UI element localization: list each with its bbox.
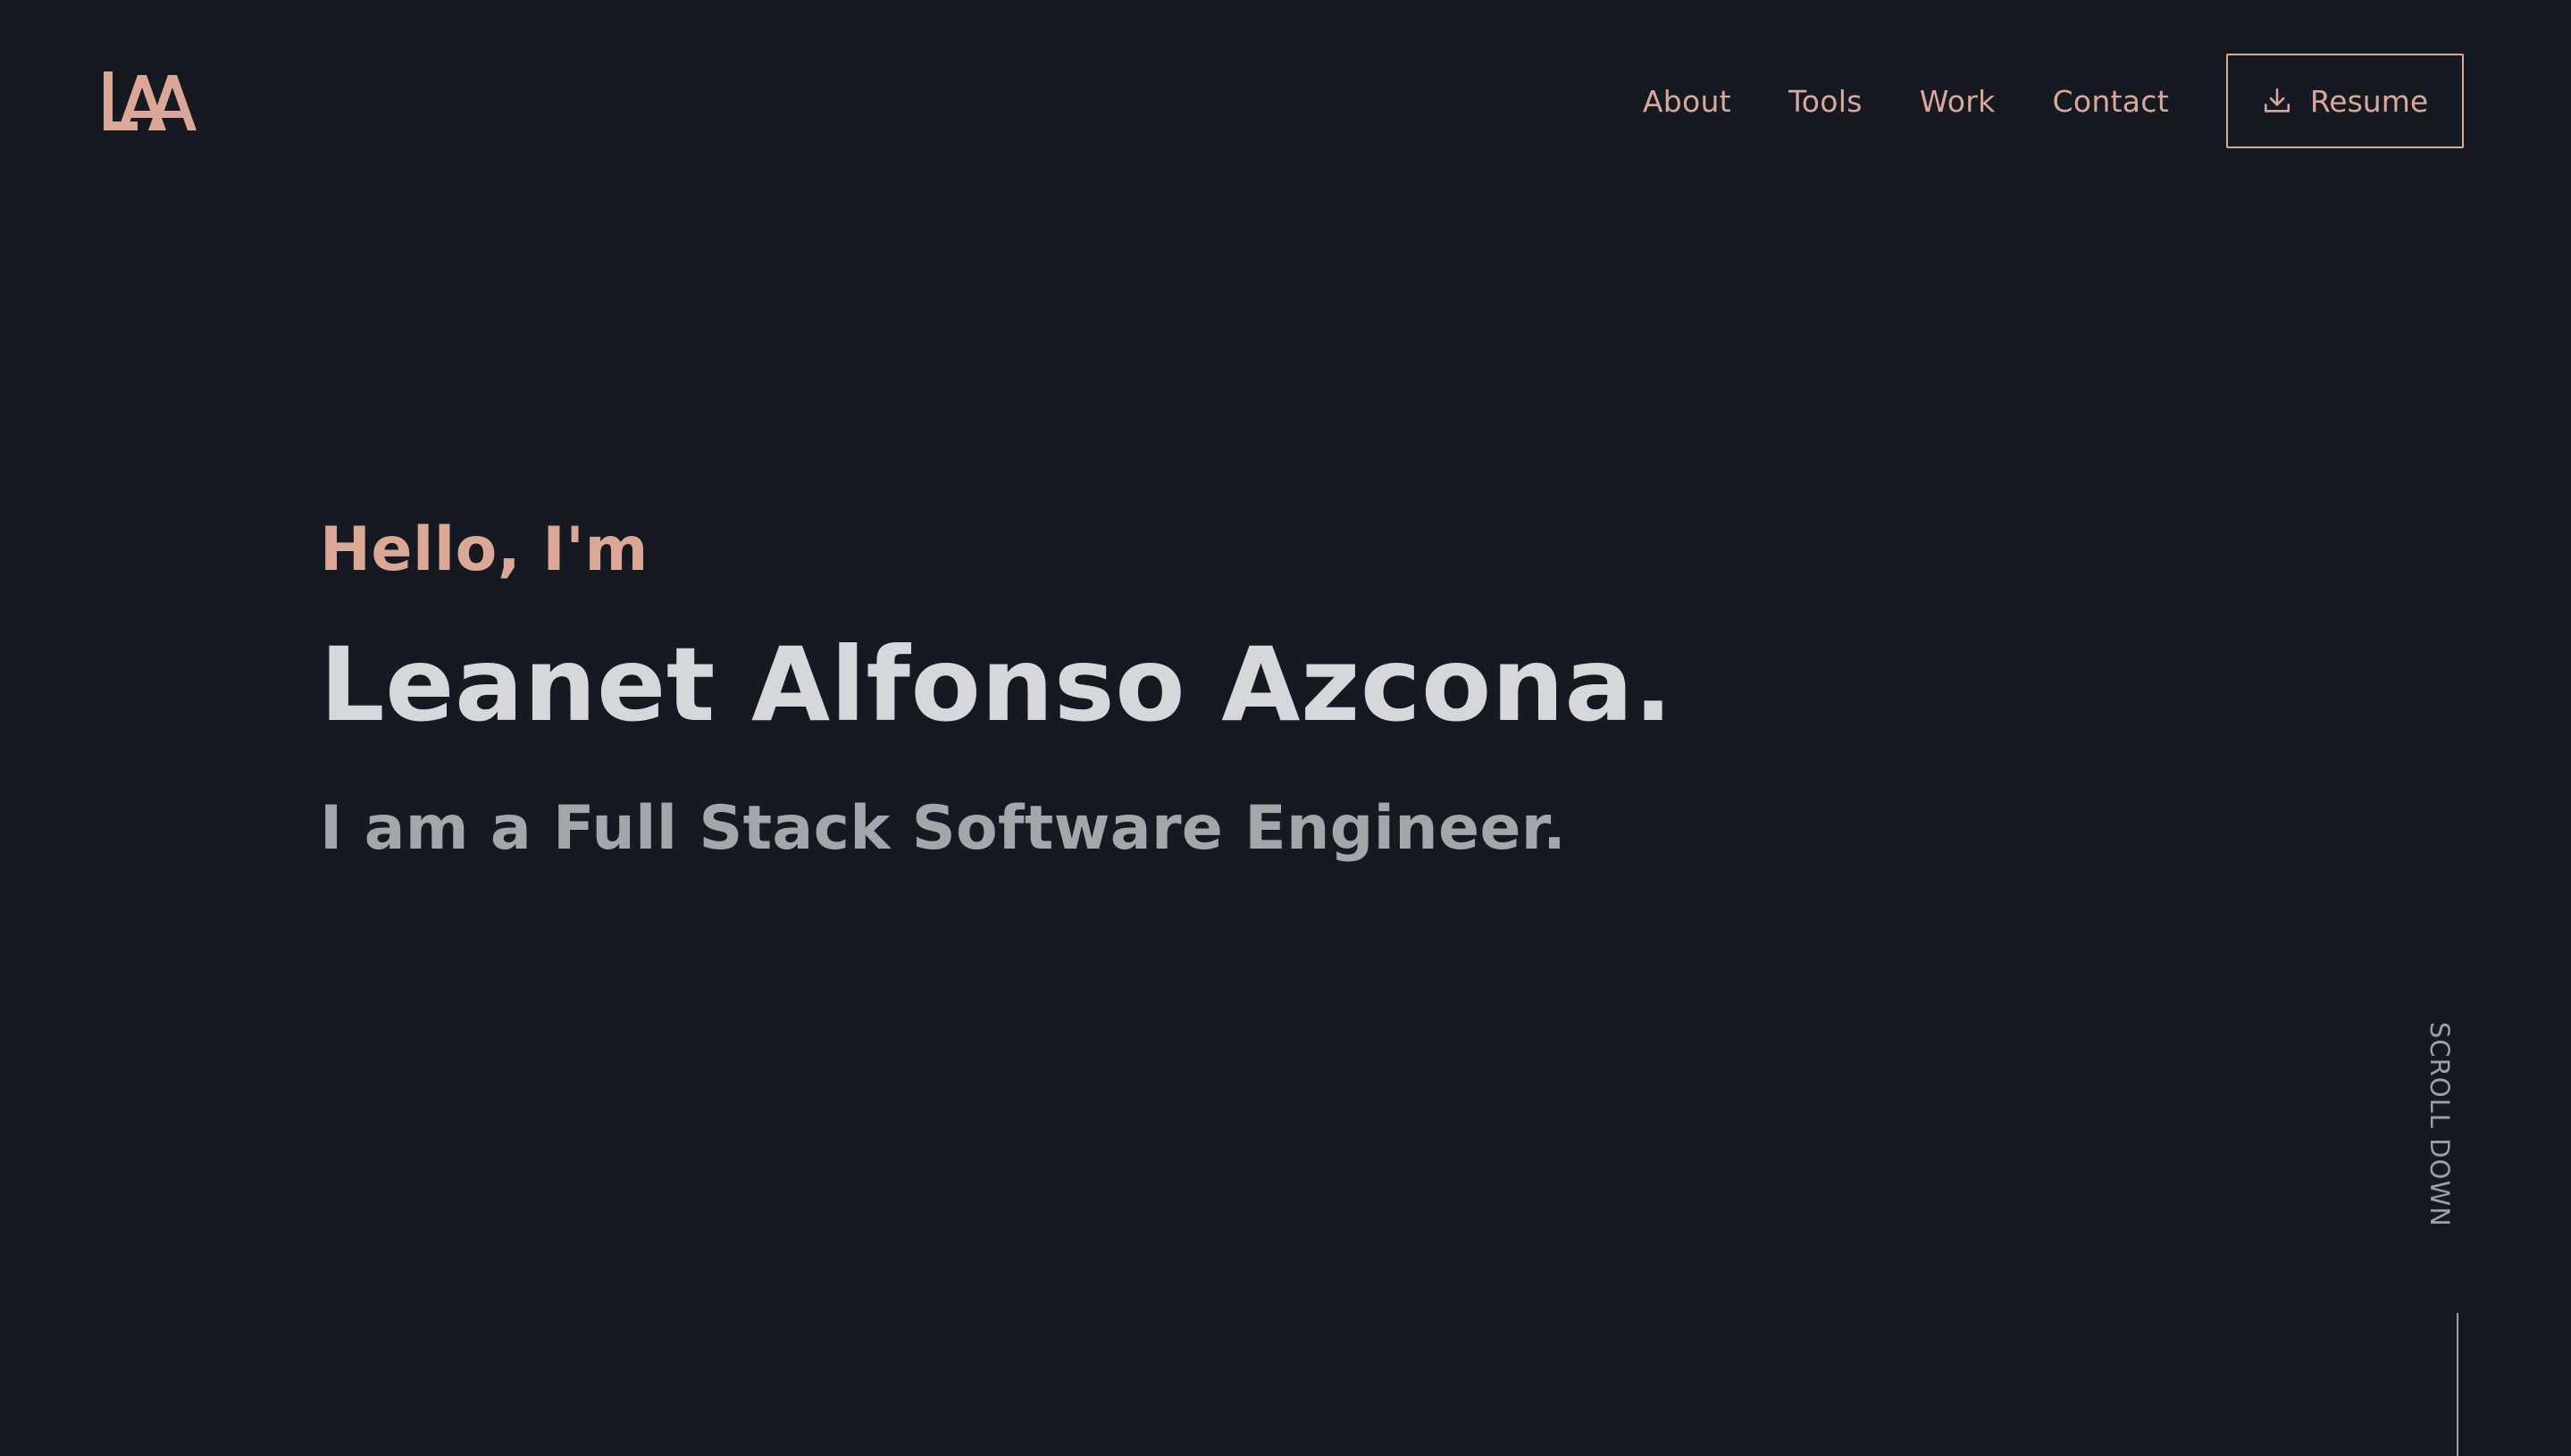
resume-button[interactable]: Resume	[2226, 54, 2464, 148]
hero-greeting: Hello, I'm	[320, 515, 649, 585]
nav-link-work[interactable]: Work	[1920, 87, 1996, 116]
nav-link-tools[interactable]: Tools	[1788, 87, 1863, 116]
main-nav: About Tools Work Contact Resume	[1643, 54, 2464, 148]
nav-link-about[interactable]: About	[1643, 87, 1731, 116]
download-icon	[2264, 88, 2290, 113]
scroll-down-label[interactable]: SCROLL DOWN	[2424, 1022, 2455, 1227]
page: About Tools Work Contact Resume Hello, I…	[0, 0, 2571, 1456]
scroll-line	[2457, 1313, 2458, 1456]
hero-tagline: I am a Full Stack Software Engineer.	[320, 793, 1567, 864]
logo-icon[interactable]	[102, 71, 198, 130]
nav-link-contact[interactable]: Contact	[2053, 87, 2170, 116]
resume-label: Resume	[2309, 83, 2429, 119]
hero-name: Leanet Alfonso Azcona.	[320, 625, 1673, 744]
hero-section: Hello, I'm Leanet Alfonso Azcona. I am a…	[320, 520, 1673, 859]
